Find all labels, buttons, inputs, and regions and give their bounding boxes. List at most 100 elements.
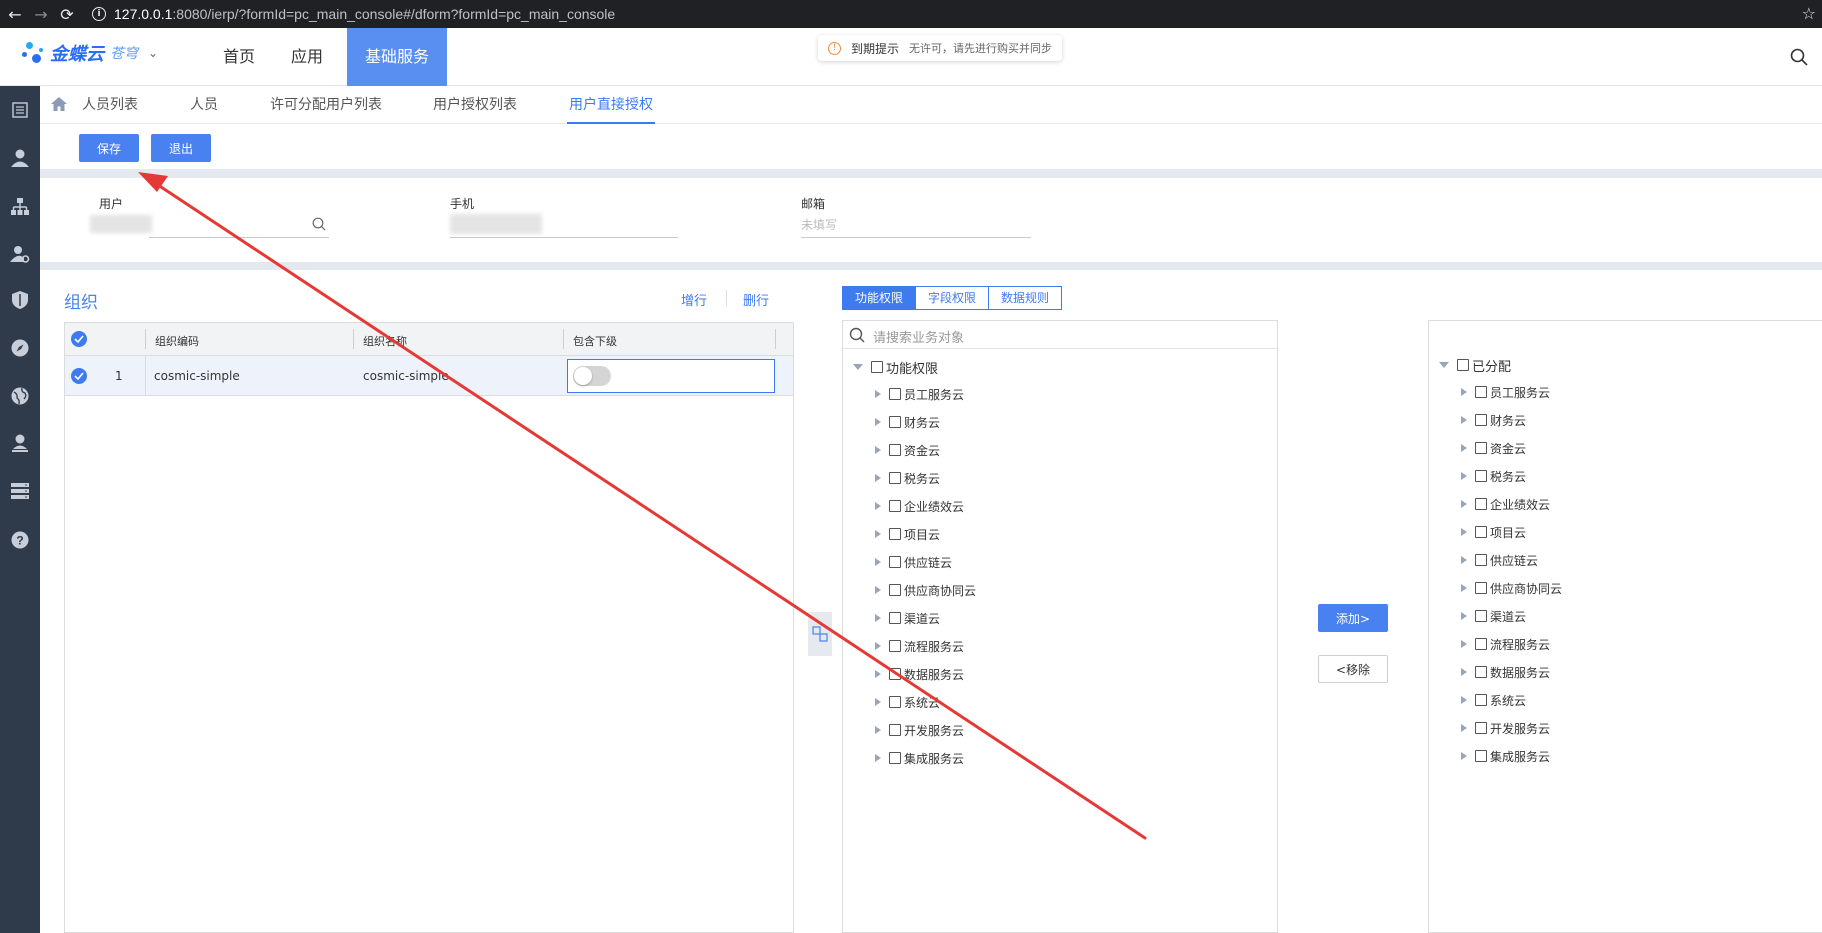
- checkbox[interactable]: [889, 444, 901, 456]
- tree-item[interactable]: 企业绩效云: [1461, 494, 1550, 514]
- tree-item[interactable]: 项目云: [875, 524, 940, 544]
- select-all-checkbox[interactable]: [71, 331, 87, 347]
- checkbox[interactable]: [1475, 722, 1487, 734]
- collapse-icon[interactable]: [853, 364, 863, 370]
- expand-icon[interactable]: [1461, 612, 1467, 620]
- tree-item[interactable]: 资金云: [875, 440, 940, 460]
- checkbox[interactable]: [889, 752, 901, 764]
- checkbox[interactable]: [889, 668, 901, 680]
- tab-person-list[interactable]: 人员列表: [82, 86, 138, 124]
- nav-apps[interactable]: 应用: [273, 28, 341, 86]
- help-icon[interactable]: ?: [6, 526, 34, 554]
- globe-icon[interactable]: [6, 382, 34, 410]
- expand-icon[interactable]: [1461, 724, 1467, 732]
- expand-icon[interactable]: [1461, 556, 1467, 564]
- tree-item[interactable]: 企业绩效云: [875, 496, 964, 516]
- checkbox[interactable]: [889, 416, 901, 428]
- row-checkbox[interactable]: [71, 368, 87, 384]
- add-row-button[interactable]: 增行: [681, 290, 707, 309]
- tree-item[interactable]: 财务云: [1461, 410, 1526, 430]
- tab-field-permission[interactable]: 字段权限: [915, 286, 990, 310]
- search-icon[interactable]: [312, 217, 326, 231]
- tab-function-permission[interactable]: 功能权限: [842, 286, 917, 310]
- server-icon[interactable]: [6, 477, 34, 505]
- add-button[interactable]: 添加>: [1318, 604, 1388, 632]
- expand-icon[interactable]: [1461, 640, 1467, 648]
- tree-item[interactable]: 员工服务云: [875, 384, 964, 404]
- tree-root-assigned[interactable]: 已分配: [1439, 355, 1511, 375]
- reload-icon[interactable]: ⟳: [56, 3, 78, 25]
- expand-icon[interactable]: [875, 670, 881, 678]
- collapse-icon[interactable]: [1439, 362, 1449, 368]
- compass-icon[interactable]: [6, 334, 34, 362]
- checkbox[interactable]: [1457, 359, 1469, 371]
- chevron-down-icon[interactable]: ⌄: [148, 46, 158, 60]
- checkbox[interactable]: [1475, 386, 1487, 398]
- checkbox[interactable]: [1475, 498, 1487, 510]
- tree-item[interactable]: 开发服务云: [875, 720, 964, 740]
- home-icon[interactable]: [50, 96, 68, 112]
- org-name-cell[interactable]: cosmic-simple: [363, 369, 449, 383]
- expand-icon[interactable]: [875, 502, 881, 510]
- expand-icon[interactable]: [1461, 472, 1467, 480]
- checkbox[interactable]: [1475, 526, 1487, 538]
- user-settings-icon[interactable]: [6, 240, 34, 268]
- tree-item[interactable]: 供应商协同云: [875, 580, 976, 600]
- checkbox[interactable]: [889, 612, 901, 624]
- checkbox[interactable]: [889, 584, 901, 596]
- tree-root-function[interactable]: 功能权限: [853, 357, 938, 377]
- checkbox[interactable]: [871, 361, 883, 373]
- tree-item[interactable]: 税务云: [875, 468, 940, 488]
- table-row[interactable]: 1 cosmic-simple cosmic-simple: [65, 356, 793, 396]
- expand-icon[interactable]: [875, 446, 881, 454]
- expand-icon[interactable]: [875, 418, 881, 426]
- email-placeholder[interactable]: 未填写: [801, 216, 837, 233]
- tree-item[interactable]: 财务云: [875, 412, 940, 432]
- tree-item[interactable]: 集成服务云: [1461, 746, 1550, 766]
- expand-icon[interactable]: [1461, 584, 1467, 592]
- expand-icon[interactable]: [1461, 416, 1467, 424]
- checkbox[interactable]: [1475, 750, 1487, 762]
- include-sub-cell[interactable]: [567, 359, 775, 393]
- org-chart-icon[interactable]: [6, 193, 34, 221]
- nav-home[interactable]: 首页: [205, 28, 273, 86]
- expand-icon[interactable]: [875, 390, 881, 398]
- save-button[interactable]: 保存: [79, 134, 139, 162]
- expand-icon[interactable]: [875, 530, 881, 538]
- address-bar[interactable]: i 127.0.0.1:8080/ierp/?formId=pc_main_co…: [92, 3, 615, 25]
- tab-user-direct-auth[interactable]: 用户直接授权: [567, 86, 655, 124]
- expand-icon[interactable]: [875, 614, 881, 622]
- person-stamp-icon[interactable]: [6, 429, 34, 457]
- checkbox[interactable]: [889, 556, 901, 568]
- checkbox[interactable]: [1475, 582, 1487, 594]
- expand-icon[interactable]: [1461, 696, 1467, 704]
- tree-item[interactable]: 系统云: [1461, 690, 1526, 710]
- expand-icon[interactable]: [875, 558, 881, 566]
- exit-button[interactable]: 退出: [151, 134, 211, 162]
- checkbox[interactable]: [1475, 610, 1487, 622]
- checkbox[interactable]: [1475, 694, 1487, 706]
- expand-icon[interactable]: [875, 726, 881, 734]
- expand-icon[interactable]: [875, 754, 881, 762]
- tree-item[interactable]: 数据服务云: [875, 664, 964, 684]
- expand-icon[interactable]: [875, 698, 881, 706]
- collapse-handle[interactable]: [808, 612, 832, 656]
- include-sub-toggle[interactable]: [573, 366, 611, 386]
- expand-icon[interactable]: [875, 586, 881, 594]
- tree-item[interactable]: 供应商协同云: [1461, 578, 1562, 598]
- checkbox[interactable]: [889, 388, 901, 400]
- checkbox[interactable]: [1475, 470, 1487, 482]
- remove-button[interactable]: <移除: [1318, 655, 1388, 683]
- expand-icon[interactable]: [1461, 528, 1467, 536]
- expand-icon[interactable]: [1461, 444, 1467, 452]
- checkbox[interactable]: [889, 528, 901, 540]
- checkbox[interactable]: [1475, 666, 1487, 678]
- tree-item[interactable]: 项目云: [1461, 522, 1526, 542]
- expand-icon[interactable]: [1461, 500, 1467, 508]
- checkbox[interactable]: [889, 500, 901, 512]
- checkbox[interactable]: [889, 640, 901, 652]
- tree-item[interactable]: 渠道云: [1461, 606, 1526, 626]
- tab-license-user-list[interactable]: 许可分配用户列表: [270, 86, 382, 124]
- expand-icon[interactable]: [875, 474, 881, 482]
- tree-item[interactable]: 渠道云: [875, 608, 940, 628]
